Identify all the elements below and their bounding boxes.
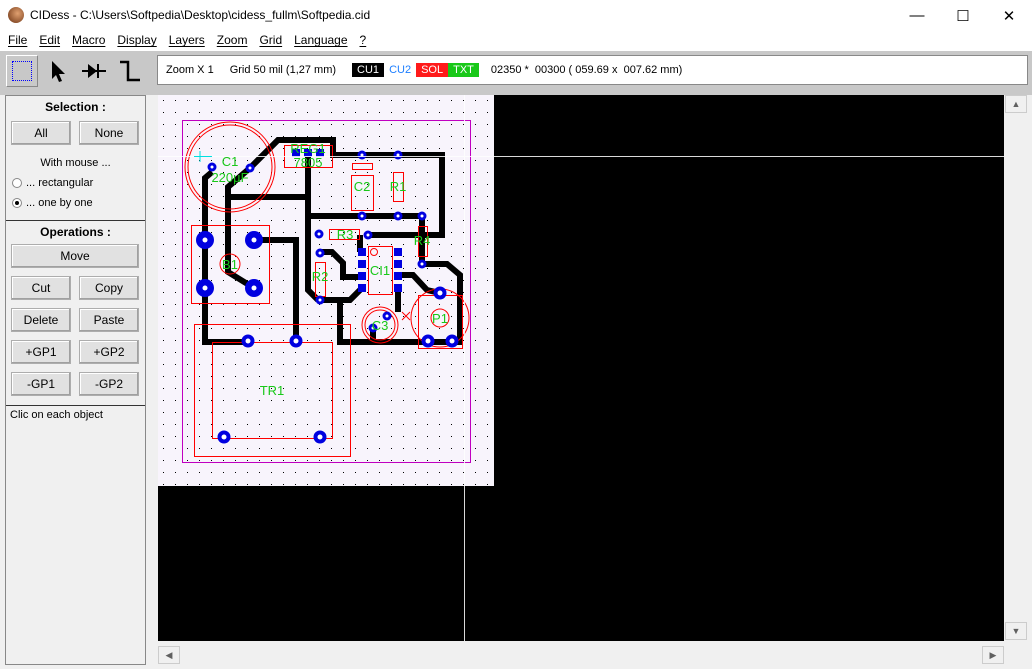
scroll-left-button[interactable]: ◀ [158,646,180,664]
label-reg1-value: 7805 [294,155,323,170]
pad-hole [449,338,455,344]
pad [358,248,366,256]
pad-hole [210,165,214,169]
pad-hole [420,262,424,266]
label-ci1: CI1 [370,263,390,278]
pad-hole [251,237,257,243]
pad [358,272,366,280]
label-c1-value: 220µF [211,170,248,185]
scroll-up-button[interactable]: ▲ [1005,95,1027,113]
pad-hole [396,214,400,218]
scroll-right-button[interactable]: ▶ [982,646,1004,664]
pad-hole [425,338,431,344]
pad [394,284,402,292]
vertical-scrollbar[interactable]: ▲ ▼ [1004,95,1028,641]
horizontal-scrollbar[interactable]: ◀ ▶ [158,645,1004,665]
label-c3: C3 [372,318,389,333]
label-b1: B1 [222,257,238,272]
pad-hole [360,214,364,218]
pad-hole [318,298,322,302]
label-p1: P1 [432,311,448,326]
pad-hole [420,214,424,218]
pad-hole [317,434,323,440]
label-r4: R4 [414,233,431,248]
pad [358,260,366,268]
label-tr1: TR1 [260,383,285,398]
pcb-drawing: C1 220µF REG1 7805 C2 R1 R3 R4 R2 CI1 B1… [158,95,1004,641]
pad-hole [202,237,208,243]
label-c2: C2 [354,179,371,194]
label-r1: R1 [390,179,407,194]
label-r3: R3 [337,227,354,242]
pad [394,272,402,280]
pad-hole [251,285,257,291]
label-reg1: REG1 [290,141,325,156]
pad [394,260,402,268]
pad-hole [202,285,208,291]
pad-hole [221,434,227,440]
pad-hole [245,338,251,344]
pad-hole [317,232,321,236]
pad-hole [318,251,322,255]
pad-hole [437,290,443,296]
label-r2: R2 [312,269,329,284]
pad-hole [293,338,299,344]
pad-hole [248,166,252,170]
scroll-down-button[interactable]: ▼ [1005,622,1027,640]
pad [358,284,366,292]
pad-hole [366,233,370,237]
pad [394,248,402,256]
